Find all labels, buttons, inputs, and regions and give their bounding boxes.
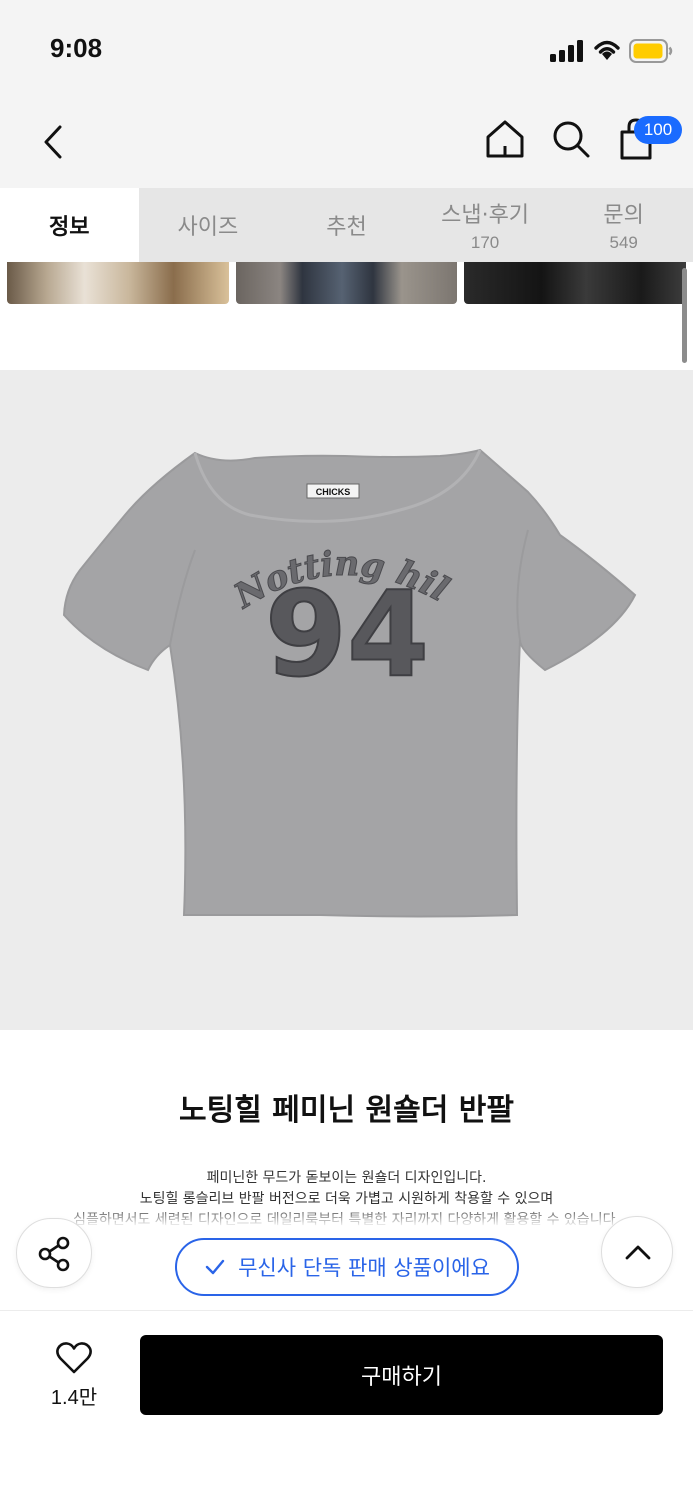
tshirt-illustration: CHICKS Notting hill 94 (0, 370, 637, 918)
product-page: 9:08 100 정보 사이즈 추천 스냅·후기 170 문의 549 CHIC… (0, 0, 693, 1500)
description-fade (0, 1206, 693, 1226)
tab-label: 추천 (326, 215, 367, 240)
brand-label: CHICKS (316, 487, 351, 497)
search-icon[interactable] (550, 118, 592, 160)
tab-count: 170 (470, 233, 500, 252)
share-icon (38, 1236, 70, 1272)
wifi-icon (594, 40, 620, 60)
buy-button[interactable]: 구매하기 (140, 1335, 663, 1415)
description-line: 페미닌한 무드가 돋보이는 원숄더 디자인입니다. (206, 1170, 487, 1186)
cart-count-badge: 100 (634, 116, 682, 144)
tab-label: 정보 (49, 215, 90, 240)
like-count: 1.4만 (50, 1387, 98, 1409)
tab-info[interactable]: 정보 (0, 188, 139, 262)
share-button[interactable] (16, 1218, 92, 1288)
status-time: 9:08 (50, 33, 103, 63)
shirt-print-number: 94 (265, 565, 429, 703)
snap-thumbnail[interactable] (236, 262, 457, 304)
snap-thumbnails (0, 262, 693, 304)
signal-icon (550, 40, 583, 62)
check-icon (205, 1259, 225, 1275)
exclusive-sale-badge[interactable]: 무신사 단독 판매 상품이에요 (175, 1238, 519, 1296)
top-navigation (0, 96, 693, 188)
snap-thumbnail[interactable] (464, 262, 686, 304)
back-icon[interactable] (36, 120, 72, 164)
tab-label: 스냅·후기 (441, 203, 530, 228)
tab-label: 사이즈 (177, 215, 239, 240)
scroll-top-button[interactable] (601, 1216, 673, 1288)
product-title: 노팅힐 페미닌 원숄더 반팔 (179, 1093, 514, 1128)
battery-icon (629, 39, 673, 63)
tab-inquiry[interactable]: 문의 549 (554, 188, 693, 262)
home-icon[interactable] (484, 118, 526, 160)
like-button[interactable]: 1.4만 (40, 1339, 108, 1415)
heart-icon (56, 1342, 92, 1374)
tab-label: 문의 (603, 203, 644, 228)
tab-size[interactable]: 사이즈 (139, 188, 278, 262)
tab-recommend[interactable]: 추천 (277, 188, 416, 262)
buy-button-label: 구매하기 (361, 1365, 442, 1390)
status-bar: 9:08 (0, 0, 693, 96)
scrollbar[interactable] (682, 268, 687, 363)
bottom-action-bar: 1.4만 구매하기 (0, 1310, 693, 1500)
section-tabs: 정보 사이즈 추천 스냅·후기 170 문의 549 (0, 188, 693, 262)
snap-thumbnail[interactable] (7, 262, 229, 304)
tab-snap-review[interactable]: 스냅·후기 170 (416, 188, 555, 262)
tab-count: 549 (609, 233, 638, 252)
product-image: CHICKS Notting hill 94 (0, 370, 693, 1030)
chevron-up-icon (625, 1245, 651, 1260)
exclusive-sale-label: 무신사 단독 판매 상품이에요 (238, 1256, 490, 1280)
